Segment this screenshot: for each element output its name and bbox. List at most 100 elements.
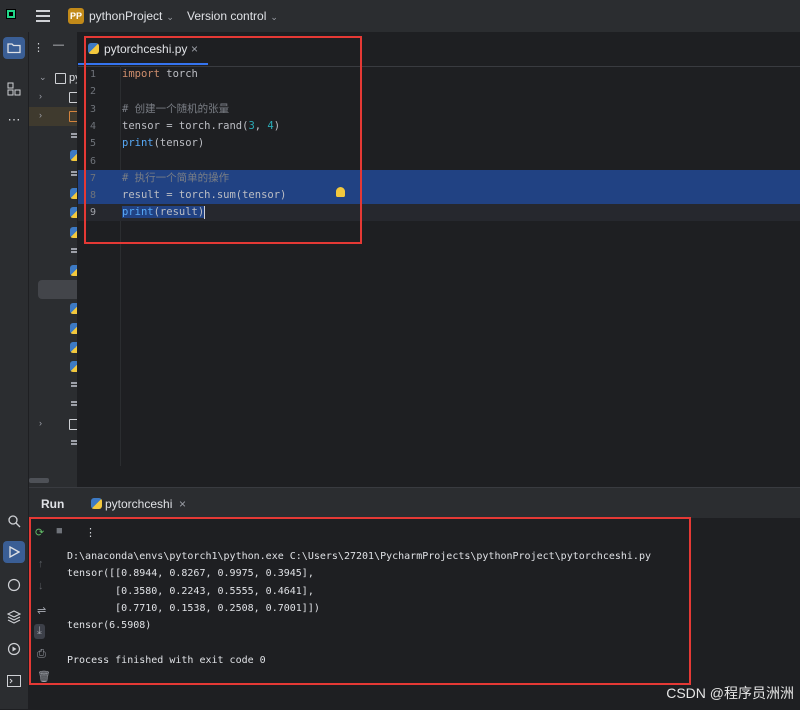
tree-item[interactable] (29, 203, 77, 222)
folder-icon (69, 92, 77, 104)
pycharm-logo-icon[interactable] (6, 9, 16, 19)
tree-item[interactable] (29, 319, 77, 338)
close-icon[interactable]: × (191, 42, 198, 56)
close-icon[interactable]: × (179, 497, 186, 511)
tree-item[interactable] (29, 376, 77, 395)
code-line[interactable]: 7 # 执行一个简单的操作 (78, 169, 800, 187)
project-panel: ⋮ — ⌄py›››ExSc (29, 32, 77, 487)
python-file-icon (70, 265, 77, 276)
soft-wrap-icon[interactable]: ⇌ (37, 604, 46, 617)
python-file-icon (70, 207, 77, 219)
python-file-icon (70, 303, 77, 315)
editor: pytorchceshi.py × 1 import torch 2 3 # 创建一个随… (78, 32, 800, 487)
code-text: result = torch.sum(tensor) (122, 189, 287, 202)
tree-item[interactable] (29, 184, 77, 203)
main-menu-icon[interactable] (36, 10, 50, 22)
scratches-icon (71, 439, 77, 445)
python-file-icon (91, 498, 102, 509)
tree-item[interactable]: ⌄ py (29, 69, 77, 88)
line-number: 3 (90, 103, 97, 115)
structure-icon[interactable] (3, 78, 25, 100)
tree-item[interactable]: Sc (29, 434, 77, 453)
options-icon[interactable]: ⋮ (33, 41, 44, 54)
python-packages-icon[interactable] (3, 606, 25, 628)
chevron-right-icon[interactable]: › (39, 418, 42, 428)
services-icon[interactable] (3, 638, 25, 660)
tree-item[interactable] (29, 146, 77, 165)
project-selector[interactable]: pythonProject ⌄ (89, 9, 174, 23)
tab-pytorchceshi[interactable]: pytorchceshi.py × (78, 32, 208, 66)
python-file-icon (70, 226, 77, 238)
tree-item[interactable] (29, 165, 77, 184)
scroll-to-end-icon[interactable]: ⤓ (34, 624, 45, 639)
code-line[interactable]: 2 (78, 83, 800, 100)
stop-icon[interactable]: ■ (56, 525, 63, 537)
more-tools-icon[interactable]: ⋯ (3, 109, 25, 131)
tree-item[interactable] (29, 338, 77, 357)
horizontal-scrollbar[interactable] (29, 478, 49, 483)
library-icon (69, 418, 77, 430)
tree-item[interactable]: ›Ex (29, 415, 77, 434)
scroll-down-icon[interactable]: ↓ (38, 580, 44, 592)
line-number: 8 (90, 190, 97, 202)
scroll-up-icon[interactable]: ↑ (38, 558, 44, 570)
python-file-icon (88, 43, 99, 54)
code-text: tensor = torch.rand(3, 4) (122, 119, 281, 132)
tree-item[interactable] (38, 280, 77, 300)
code-line[interactable]: 3 # 创建一个随机的张量 (78, 101, 800, 118)
tree-item[interactable] (29, 395, 77, 414)
project-badge[interactable]: PP (68, 8, 84, 24)
line-number: 1 (90, 69, 97, 80)
find-icon[interactable] (3, 510, 25, 532)
console-output[interactable]: D:\anaconda\envs\pytorch1\python.exe C:\… (67, 548, 787, 669)
tree-item-label: py (69, 72, 77, 84)
run-panel-title: Run (41, 497, 65, 511)
tree-item[interactable] (29, 242, 77, 261)
code-line[interactable]: 6 (78, 153, 800, 170)
tree-item[interactable] (29, 261, 77, 280)
chevron-down-icon[interactable]: ⌄ (39, 72, 47, 83)
code-area[interactable]: 1 import torch 2 3 # 创建一个随机的张量 4 tensor = torc… (78, 66, 800, 487)
run-toolbar: ⟳ ■ ⋮ (29, 518, 800, 548)
tab-label: pytorchceshi.py (104, 42, 188, 56)
minimize-icon[interactable]: — (53, 39, 64, 51)
vcs-selector[interactable]: Version control ⌄ (187, 9, 278, 23)
code-line[interactable]: 9 print(result) (78, 204, 800, 222)
code-text: # 创建一个随机的张量 (122, 102, 230, 115)
editor-tab-bar: pytorchceshi.py × (78, 32, 800, 67)
folder-icon (55, 73, 66, 84)
line-number: 6 (90, 155, 97, 167)
rerun-icon[interactable]: ⟳ (35, 526, 44, 539)
tree-item[interactable]: › (29, 88, 77, 107)
text-file-icon (71, 247, 77, 253)
tree-item[interactable] (29, 223, 77, 242)
project-folder-icon[interactable] (3, 37, 25, 59)
tree-item[interactable] (29, 299, 77, 318)
tree-item[interactable]: › (29, 107, 77, 127)
code-line[interactable]: 8 result = torch.sum(tensor) (78, 187, 800, 205)
active-tab-indicator (78, 63, 208, 65)
python-console-icon[interactable] (3, 574, 25, 596)
print-icon[interactable]: ⎙ (37, 648, 46, 661)
code-line[interactable]: 5 print(tensor) (78, 135, 800, 152)
run-icon[interactable] (3, 541, 25, 563)
options-icon[interactable]: ⋮ (85, 526, 96, 539)
text-file-icon (71, 171, 77, 176)
title-bar: PP pythonProject ⌄ Version control ⌄ (0, 0, 800, 32)
code-line[interactable]: 1 import torch (78, 66, 800, 83)
python-file-icon (70, 341, 77, 353)
tree-item[interactable] (29, 357, 77, 376)
chevron-right-icon[interactable]: › (39, 91, 42, 101)
chevron-right-icon[interactable]: › (39, 110, 42, 120)
trash-icon[interactable]: 🗑 (37, 670, 51, 683)
text-file-icon (71, 382, 77, 388)
tree-item[interactable] (29, 127, 77, 146)
lightbulb-icon[interactable] (336, 187, 345, 197)
console-line: [0.7710, 0.1538, 0.2508, 0.7001]]) (67, 602, 320, 614)
code-line[interactable]: 4 tensor = torch.rand(3, 4) (78, 118, 800, 135)
code-text: # 执行一个简单的操作 (122, 171, 230, 184)
line-number: 7 (90, 172, 97, 184)
terminal-icon[interactable] (3, 670, 25, 692)
text-file-icon (71, 132, 77, 138)
